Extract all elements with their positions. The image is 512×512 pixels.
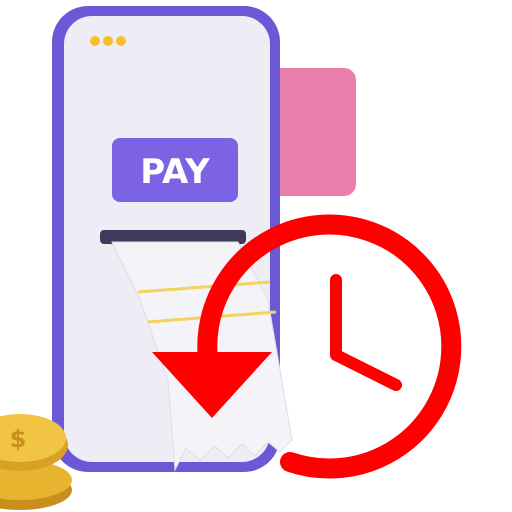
illustration-canvas: PAY $ [0, 6, 462, 510]
pay-button-label: PAY [140, 152, 210, 192]
payment-history-illustration: PAY $ [0, 0, 512, 512]
dot-icon [116, 36, 126, 46]
svg-text:$: $ [10, 425, 27, 453]
pay-button[interactable]: PAY [112, 138, 238, 202]
dot-icon [103, 36, 113, 46]
coins-icon: $ [0, 414, 72, 510]
dot-icon [90, 36, 100, 46]
